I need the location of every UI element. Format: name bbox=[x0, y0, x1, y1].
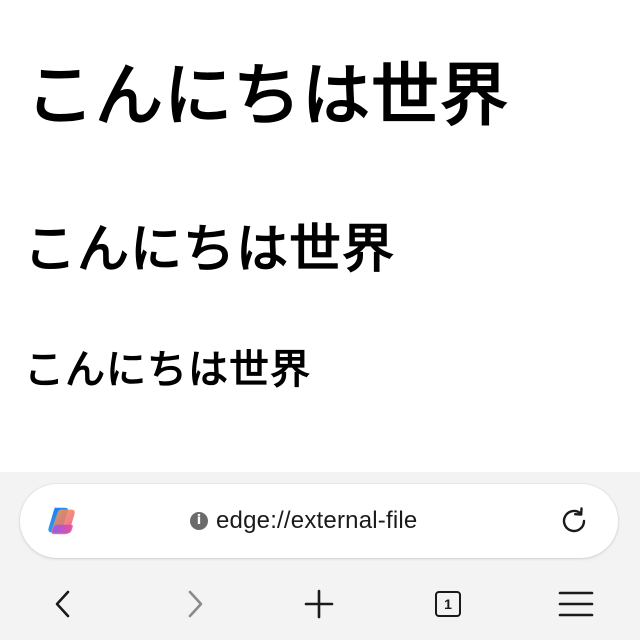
web-content: こんにちは世界 こんにちは世界 こんにちは世界 bbox=[0, 0, 640, 472]
browser-window: こんにちは世界 こんにちは世界 こんにちは世界 i edge://externa… bbox=[0, 0, 640, 640]
tabs-button[interactable]: 1 bbox=[430, 586, 466, 622]
address-bar[interactable]: i edge://external-file bbox=[20, 484, 618, 558]
heading-small: こんにちは世界 bbox=[24, 346, 311, 393]
hamburger-menu-icon bbox=[558, 591, 594, 617]
menu-button[interactable] bbox=[558, 586, 594, 622]
url-text[interactable]: edge://external-file bbox=[216, 507, 417, 535]
chevron-left-icon bbox=[55, 590, 70, 618]
browser-bottom-chrome: i edge://external-file 1 bbox=[0, 472, 640, 640]
info-icon[interactable]: i bbox=[190, 512, 208, 530]
reload-icon[interactable] bbox=[558, 505, 590, 537]
chevron-right-icon bbox=[188, 590, 203, 618]
heading-medium: こんにちは世界 bbox=[24, 219, 396, 280]
copilot-icon[interactable] bbox=[44, 502, 82, 540]
heading-large: こんにちは世界 bbox=[26, 56, 510, 136]
plus-icon bbox=[304, 589, 334, 619]
forward-button[interactable] bbox=[176, 586, 212, 622]
back-button[interactable] bbox=[46, 586, 82, 622]
url-display[interactable]: i edge://external-file bbox=[190, 484, 417, 558]
new-tab-button[interactable] bbox=[301, 586, 337, 622]
bottom-toolbar: 1 bbox=[0, 572, 640, 636]
tab-count-badge: 1 bbox=[435, 591, 461, 617]
